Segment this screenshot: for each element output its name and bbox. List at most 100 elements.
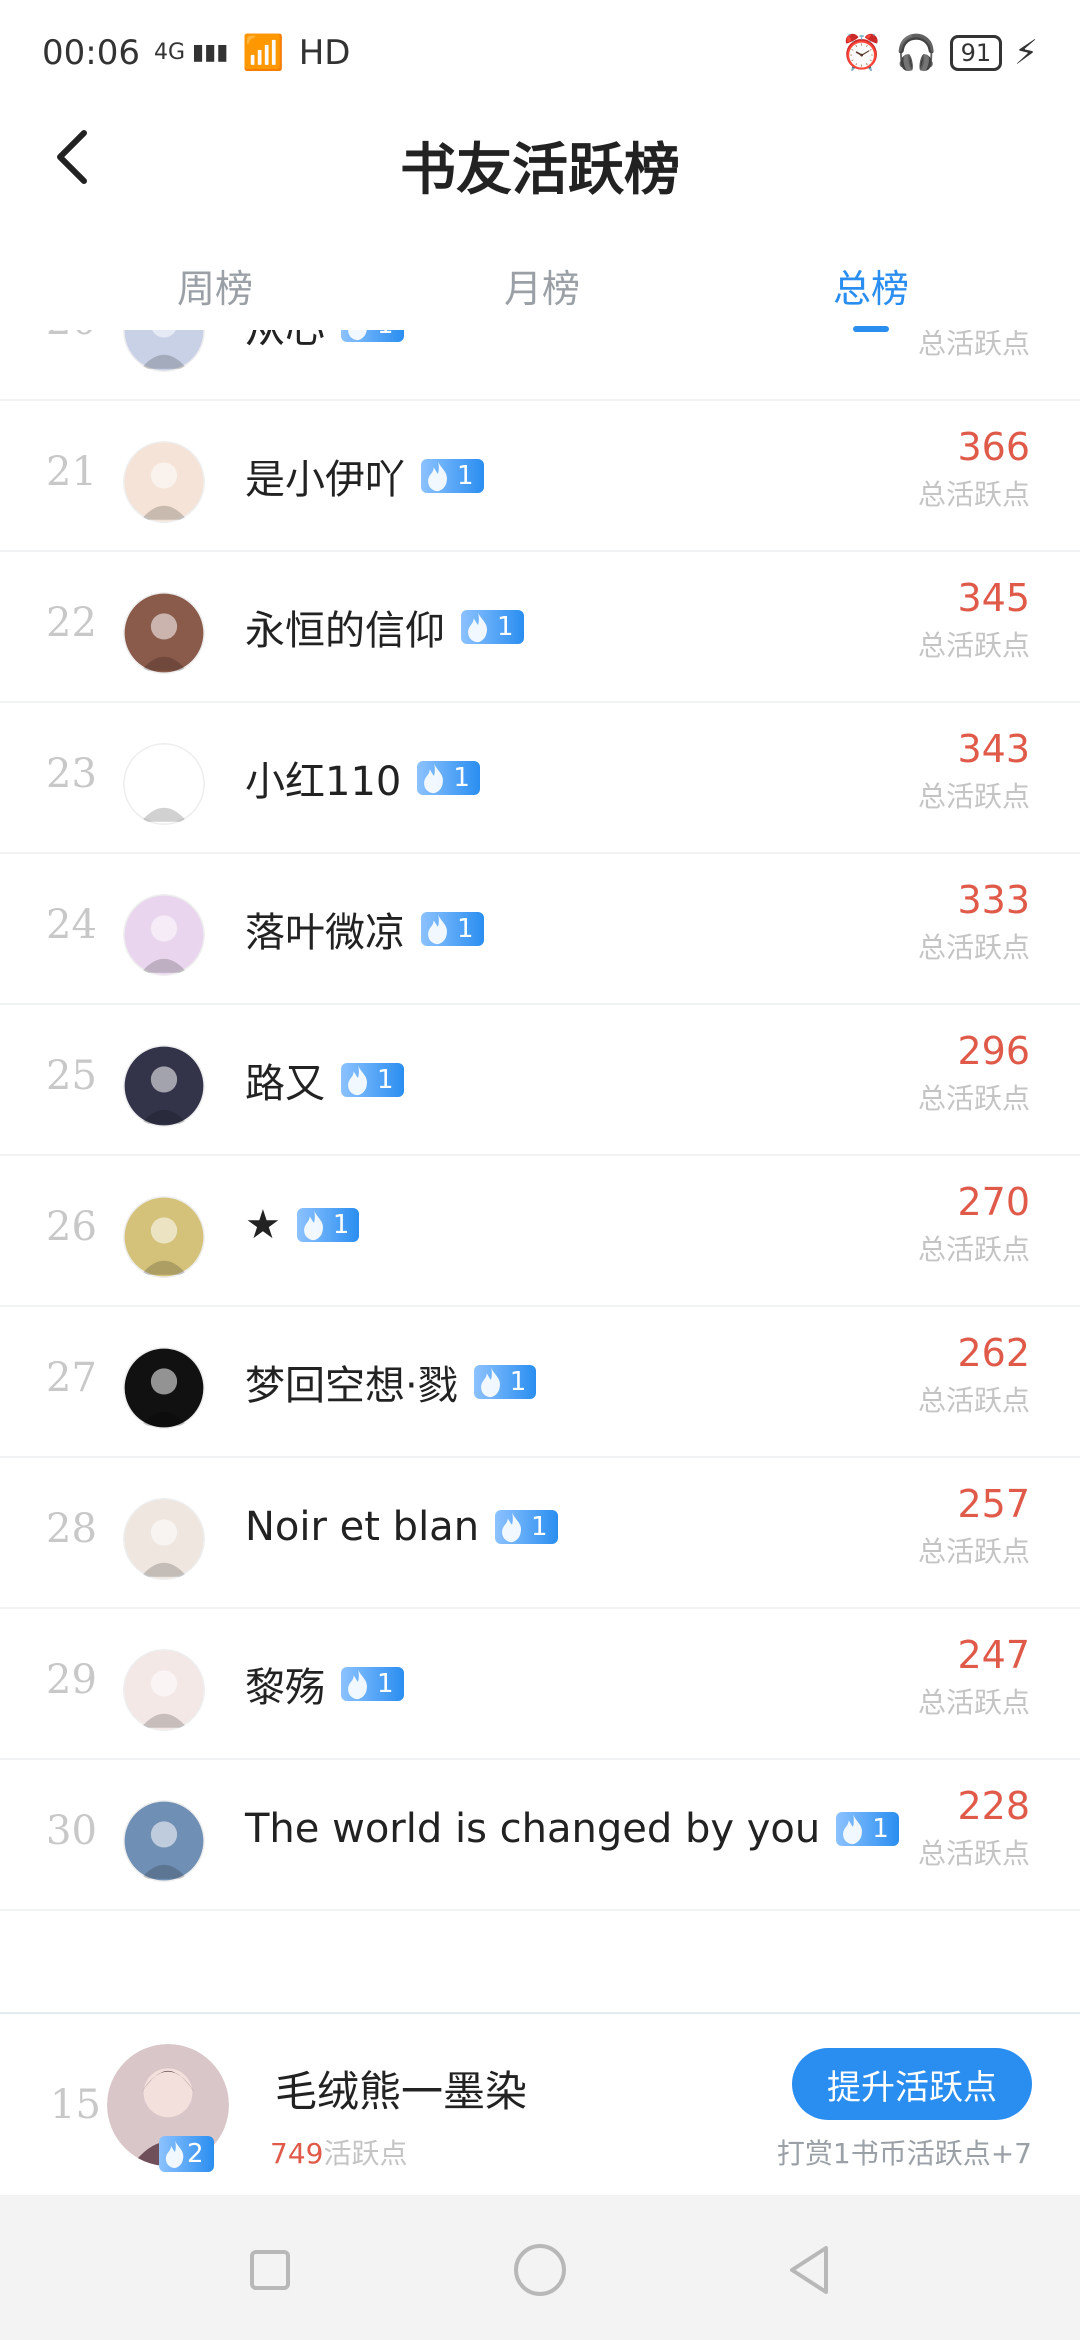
username[interactable]: 从心 xyxy=(245,330,325,354)
rank-number: 30 xyxy=(46,1808,97,1854)
tab-bar: 周榜 月榜 总榜 xyxy=(0,238,1080,338)
ranking-row[interactable]: 24 落叶微凉 1 333 总活跃点 xyxy=(0,852,1080,1005)
username[interactable]: 落叶微凉 xyxy=(245,900,405,958)
score-value: 228 xyxy=(957,1784,1030,1828)
level-badge: 1 xyxy=(296,1208,360,1242)
score-label: 总活跃点 xyxy=(917,1535,1030,1568)
home-icon[interactable] xyxy=(510,2240,570,2300)
rank-number: 20 xyxy=(46,330,116,344)
signal-icon: 4G ▮▮▮ xyxy=(153,40,229,65)
tab-weekly[interactable]: 周榜 xyxy=(115,258,315,313)
score-value: 343 xyxy=(957,727,1030,771)
username[interactable]: 梦回空想·戮 xyxy=(245,1353,458,1411)
username[interactable]: The world is changed by you xyxy=(245,1806,820,1852)
flame-icon xyxy=(165,2140,184,2168)
user-avatar[interactable] xyxy=(123,1800,205,1882)
score-label: 总活跃点 xyxy=(917,1384,1030,1417)
activity-score: 366 总活跃点 xyxy=(918,425,1030,513)
headphones-icon: 🎧 xyxy=(895,32,938,73)
tab-monthly[interactable]: 月榜 xyxy=(442,258,642,313)
rank-number: 25 xyxy=(46,1053,97,1099)
rank-number: 21 xyxy=(46,449,97,495)
page-title: 书友活跃榜 xyxy=(400,137,680,203)
level-badge: 1 xyxy=(836,1812,899,1846)
level-badge: 1 xyxy=(341,1063,404,1097)
username[interactable]: 永恒的信仰 xyxy=(245,598,445,656)
user-name-group: 黎殇 1 xyxy=(245,1655,404,1713)
score-label: 总活跃点 xyxy=(917,629,1030,662)
username[interactable]: 是小伊吖 xyxy=(245,447,405,505)
user-avatar[interactable] xyxy=(123,1649,205,1731)
user-name-group: 小红110 1 xyxy=(245,749,480,807)
score-label: 总活跃点 xyxy=(917,478,1030,511)
username[interactable]: 黎殇 xyxy=(245,1655,325,1713)
user-avatar[interactable] xyxy=(123,894,205,976)
ranking-row[interactable]: 23 小红110 1 343 总活跃点 xyxy=(0,701,1080,854)
ranking-row[interactable]: 30 The world is changed by you 1 228 总活跃点 xyxy=(0,1758,1080,1911)
rank-number: 29 xyxy=(46,1657,97,1703)
user-name-group: 梦回空想·戮 1 xyxy=(245,1353,537,1411)
level-badge: 1 xyxy=(461,610,524,644)
score-value: 270 xyxy=(957,1180,1030,1224)
reward-tip: 打赏1书币活跃点+7 xyxy=(776,2137,1032,2170)
ranking-list[interactable]: 20 从心 1 445总活跃点 21 是小伊吖 1 366 总活跃点 22 永恒的信仰 1 345 总活跃… xyxy=(0,330,1080,2010)
ranking-row[interactable]: 22 永恒的信仰 1 345 总活跃点 xyxy=(0,550,1080,703)
user-avatar[interactable] xyxy=(123,330,205,372)
ranking-row[interactable]: 29 黎殇 1 247 总活跃点 xyxy=(0,1607,1080,1760)
charging-icon: ⚡ xyxy=(1014,32,1038,73)
score-value: 345 xyxy=(957,576,1030,620)
user-avatar[interactable] xyxy=(123,441,205,523)
flame-icon xyxy=(303,1209,323,1241)
user-avatar[interactable] xyxy=(123,743,205,825)
flame-icon xyxy=(424,762,444,794)
score-value: 296 xyxy=(957,1029,1030,1073)
activity-score: 296 总活跃点 xyxy=(918,1029,1030,1117)
flame-icon xyxy=(843,1813,863,1845)
tab-total[interactable]: 总榜 xyxy=(771,258,971,313)
boost-activity-button[interactable]: 提升活跃点 xyxy=(792,2048,1032,2120)
user-avatar[interactable] xyxy=(123,1045,205,1127)
score-label: 总活跃点 xyxy=(917,780,1030,813)
ranking-row[interactable]: 28 Noir et blan 1 257 总活跃点 xyxy=(0,1456,1080,1609)
activity-score: 257 总活跃点 xyxy=(918,1482,1030,1570)
ranking-row[interactable]: 25 路又 1 296 总活跃点 xyxy=(0,1003,1080,1156)
score-label: 总活跃点 xyxy=(917,1082,1030,1115)
activity-score: 247 总活跃点 xyxy=(918,1633,1030,1721)
username[interactable]: Noir et blan xyxy=(245,1504,479,1550)
system-nav-bar xyxy=(0,2195,1080,2340)
user-avatar[interactable] xyxy=(123,1498,205,1580)
score-label: 总活跃点 xyxy=(917,330,1030,360)
status-bar: 00:06 4G ▮▮▮ 📶 HD ⏰ 🎧 91 ⚡ xyxy=(0,0,1080,105)
score-value: 262 xyxy=(957,1331,1030,1375)
activity-score: 343 总活跃点 xyxy=(918,727,1030,815)
rank-number: 28 xyxy=(46,1506,97,1552)
ranking-row[interactable]: 20 从心 1 445总活跃点 xyxy=(0,330,1080,401)
rank-number: 24 xyxy=(46,902,97,948)
username[interactable]: 小红110 xyxy=(245,749,401,807)
username[interactable]: 路又 xyxy=(245,1051,325,1109)
ranking-row[interactable]: 27 梦回空想·戮 1 262 总活跃点 xyxy=(0,1305,1080,1458)
alarm-icon: ⏰ xyxy=(840,32,884,73)
back-nav-icon[interactable] xyxy=(780,2240,840,2300)
ranking-row[interactable]: 21 是小伊吖 1 366 总活跃点 xyxy=(0,399,1080,552)
level-badge: 1 xyxy=(421,459,484,493)
network-type: HD xyxy=(298,32,351,73)
score-value: 247 xyxy=(957,1633,1030,1677)
wifi-icon: 📶 xyxy=(242,32,285,73)
activity-score: 270 总活跃点 xyxy=(918,1180,1030,1268)
user-avatar[interactable] xyxy=(123,1196,205,1278)
user-name-group: 是小伊吖 1 xyxy=(245,447,484,505)
username[interactable]: ★ xyxy=(245,1202,281,1248)
recent-apps-icon[interactable] xyxy=(240,2240,300,2300)
user-avatar[interactable] xyxy=(123,1347,205,1429)
ranking-row[interactable]: 26 ★ 1 270 总活跃点 xyxy=(0,1154,1080,1307)
flame-icon xyxy=(348,1668,368,1700)
score-label: 总活跃点 xyxy=(917,1233,1030,1266)
user-avatar[interactable] xyxy=(123,592,205,674)
level-badge: 1 xyxy=(473,1365,537,1399)
clock: 00:06 xyxy=(42,32,140,73)
flame-icon xyxy=(348,330,367,341)
activity-score: 333 总活跃点 xyxy=(918,878,1030,966)
level-badge: 1 xyxy=(495,1510,558,1544)
my-rank-bar: 15 2 毛绒熊一墨染 749活跃点 提升活跃点 打赏1书币活跃点+7 xyxy=(0,2012,1080,2194)
